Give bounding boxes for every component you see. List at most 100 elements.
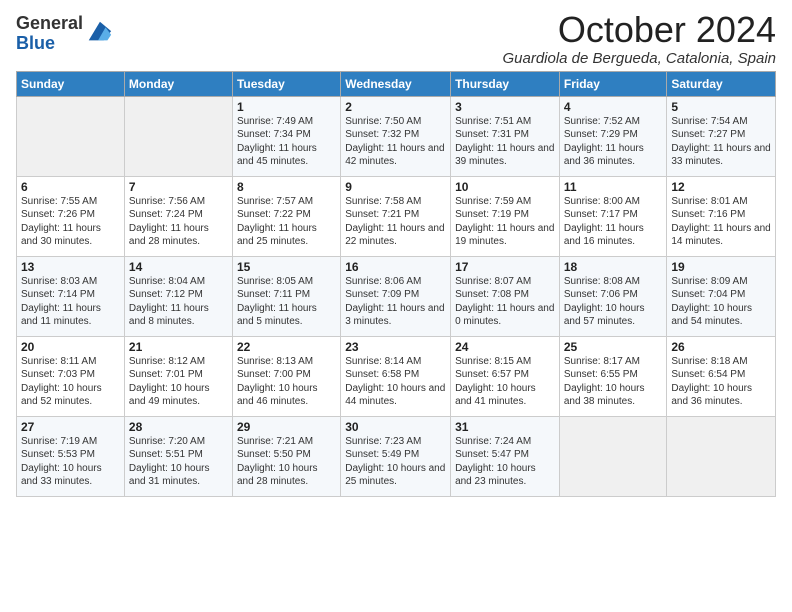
calendar-body: 1Sunrise: 7:49 AM Sunset: 7:34 PM Daylig… — [17, 96, 776, 496]
day-number: 22 — [237, 340, 336, 354]
day-info: Sunrise: 7:19 AM Sunset: 5:53 PM Dayligh… — [21, 435, 120, 489]
day-info: Sunrise: 8:14 AM Sunset: 6:58 PM Dayligh… — [345, 355, 446, 409]
day-cell: 14Sunrise: 8:04 AM Sunset: 7:12 PM Dayli… — [124, 256, 232, 336]
day-cell: 28Sunrise: 7:20 AM Sunset: 5:51 PM Dayli… — [124, 416, 232, 496]
col-saturday: Saturday — [667, 71, 776, 96]
day-cell: 8Sunrise: 7:57 AM Sunset: 7:22 PM Daylig… — [232, 176, 340, 256]
day-cell — [124, 96, 232, 176]
logo-general: General — [16, 13, 83, 33]
day-number: 26 — [671, 340, 771, 354]
day-info: Sunrise: 8:11 AM Sunset: 7:03 PM Dayligh… — [21, 355, 120, 409]
day-cell: 13Sunrise: 8:03 AM Sunset: 7:14 PM Dayli… — [17, 256, 125, 336]
location: Guardiola de Bergueda, Catalonia, Spain — [502, 50, 776, 67]
day-number: 6 — [21, 180, 120, 194]
day-cell — [667, 416, 776, 496]
day-info: Sunrise: 8:05 AM Sunset: 7:11 PM Dayligh… — [237, 275, 336, 329]
day-number: 23 — [345, 340, 446, 354]
day-info: Sunrise: 8:01 AM Sunset: 7:16 PM Dayligh… — [671, 195, 771, 249]
day-cell: 3Sunrise: 7:51 AM Sunset: 7:31 PM Daylig… — [451, 96, 560, 176]
day-cell: 23Sunrise: 8:14 AM Sunset: 6:58 PM Dayli… — [341, 336, 451, 416]
col-sunday: Sunday — [17, 71, 125, 96]
day-cell: 18Sunrise: 8:08 AM Sunset: 7:06 PM Dayli… — [559, 256, 667, 336]
day-info: Sunrise: 7:20 AM Sunset: 5:51 PM Dayligh… — [129, 435, 228, 489]
day-number: 10 — [455, 180, 555, 194]
day-cell: 4Sunrise: 7:52 AM Sunset: 7:29 PM Daylig… — [559, 96, 667, 176]
week-row-4: 20Sunrise: 8:11 AM Sunset: 7:03 PM Dayli… — [17, 336, 776, 416]
day-cell: 24Sunrise: 8:15 AM Sunset: 6:57 PM Dayli… — [451, 336, 560, 416]
day-cell: 7Sunrise: 7:56 AM Sunset: 7:24 PM Daylig… — [124, 176, 232, 256]
day-cell: 5Sunrise: 7:54 AM Sunset: 7:27 PM Daylig… — [667, 96, 776, 176]
day-info: Sunrise: 8:03 AM Sunset: 7:14 PM Dayligh… — [21, 275, 120, 329]
day-cell: 1Sunrise: 7:49 AM Sunset: 7:34 PM Daylig… — [232, 96, 340, 176]
day-cell: 25Sunrise: 8:17 AM Sunset: 6:55 PM Dayli… — [559, 336, 667, 416]
day-cell: 11Sunrise: 8:00 AM Sunset: 7:17 PM Dayli… — [559, 176, 667, 256]
day-info: Sunrise: 8:18 AM Sunset: 6:54 PM Dayligh… — [671, 355, 771, 409]
day-cell: 17Sunrise: 8:07 AM Sunset: 7:08 PM Dayli… — [451, 256, 560, 336]
day-cell: 19Sunrise: 8:09 AM Sunset: 7:04 PM Dayli… — [667, 256, 776, 336]
day-cell: 26Sunrise: 8:18 AM Sunset: 6:54 PM Dayli… — [667, 336, 776, 416]
day-number: 14 — [129, 260, 228, 274]
col-tuesday: Tuesday — [232, 71, 340, 96]
day-info: Sunrise: 7:23 AM Sunset: 5:49 PM Dayligh… — [345, 435, 446, 489]
day-info: Sunrise: 7:49 AM Sunset: 7:34 PM Dayligh… — [237, 115, 336, 169]
day-info: Sunrise: 8:13 AM Sunset: 7:00 PM Dayligh… — [237, 355, 336, 409]
day-number: 29 — [237, 420, 336, 434]
day-info: Sunrise: 8:04 AM Sunset: 7:12 PM Dayligh… — [129, 275, 228, 329]
col-monday: Monday — [124, 71, 232, 96]
logo: General Blue — [16, 14, 113, 54]
page: General Blue October 2024 Guardiola de B… — [0, 0, 792, 507]
day-number: 28 — [129, 420, 228, 434]
header-row: Sunday Monday Tuesday Wednesday Thursday… — [17, 71, 776, 96]
day-cell: 30Sunrise: 7:23 AM Sunset: 5:49 PM Dayli… — [341, 416, 451, 496]
day-number: 25 — [564, 340, 663, 354]
day-number: 5 — [671, 100, 771, 114]
week-row-3: 13Sunrise: 8:03 AM Sunset: 7:14 PM Dayli… — [17, 256, 776, 336]
day-number: 31 — [455, 420, 555, 434]
month-title: October 2024 — [502, 10, 776, 50]
logo-icon — [85, 18, 113, 46]
col-friday: Friday — [559, 71, 667, 96]
day-info: Sunrise: 8:06 AM Sunset: 7:09 PM Dayligh… — [345, 275, 446, 329]
calendar-table: Sunday Monday Tuesday Wednesday Thursday… — [16, 71, 776, 497]
day-cell: 27Sunrise: 7:19 AM Sunset: 5:53 PM Dayli… — [17, 416, 125, 496]
day-number: 8 — [237, 180, 336, 194]
day-info: Sunrise: 7:56 AM Sunset: 7:24 PM Dayligh… — [129, 195, 228, 249]
day-number: 20 — [21, 340, 120, 354]
day-number: 15 — [237, 260, 336, 274]
day-info: Sunrise: 8:09 AM Sunset: 7:04 PM Dayligh… — [671, 275, 771, 329]
day-number: 4 — [564, 100, 663, 114]
day-info: Sunrise: 7:50 AM Sunset: 7:32 PM Dayligh… — [345, 115, 446, 169]
day-number: 21 — [129, 340, 228, 354]
logo-blue: Blue — [16, 33, 55, 53]
day-cell — [17, 96, 125, 176]
day-number: 3 — [455, 100, 555, 114]
day-info: Sunrise: 7:58 AM Sunset: 7:21 PM Dayligh… — [345, 195, 446, 249]
day-info: Sunrise: 8:12 AM Sunset: 7:01 PM Dayligh… — [129, 355, 228, 409]
day-info: Sunrise: 8:00 AM Sunset: 7:17 PM Dayligh… — [564, 195, 663, 249]
day-number: 12 — [671, 180, 771, 194]
day-number: 19 — [671, 260, 771, 274]
day-info: Sunrise: 8:15 AM Sunset: 6:57 PM Dayligh… — [455, 355, 555, 409]
day-cell: 29Sunrise: 7:21 AM Sunset: 5:50 PM Dayli… — [232, 416, 340, 496]
day-number: 27 — [21, 420, 120, 434]
day-number: 11 — [564, 180, 663, 194]
day-info: Sunrise: 7:24 AM Sunset: 5:47 PM Dayligh… — [455, 435, 555, 489]
day-number: 18 — [564, 260, 663, 274]
week-row-5: 27Sunrise: 7:19 AM Sunset: 5:53 PM Dayli… — [17, 416, 776, 496]
day-cell: 31Sunrise: 7:24 AM Sunset: 5:47 PM Dayli… — [451, 416, 560, 496]
day-info: Sunrise: 8:07 AM Sunset: 7:08 PM Dayligh… — [455, 275, 555, 329]
week-row-1: 1Sunrise: 7:49 AM Sunset: 7:34 PM Daylig… — [17, 96, 776, 176]
day-number: 16 — [345, 260, 446, 274]
day-cell: 21Sunrise: 8:12 AM Sunset: 7:01 PM Dayli… — [124, 336, 232, 416]
day-cell: 6Sunrise: 7:55 AM Sunset: 7:26 PM Daylig… — [17, 176, 125, 256]
day-cell: 20Sunrise: 8:11 AM Sunset: 7:03 PM Dayli… — [17, 336, 125, 416]
day-cell: 10Sunrise: 7:59 AM Sunset: 7:19 PM Dayli… — [451, 176, 560, 256]
calendar-header: Sunday Monday Tuesday Wednesday Thursday… — [17, 71, 776, 96]
day-number: 2 — [345, 100, 446, 114]
col-thursday: Thursday — [451, 71, 560, 96]
day-number: 30 — [345, 420, 446, 434]
day-info: Sunrise: 8:17 AM Sunset: 6:55 PM Dayligh… — [564, 355, 663, 409]
day-number: 7 — [129, 180, 228, 194]
day-cell — [559, 416, 667, 496]
day-info: Sunrise: 7:51 AM Sunset: 7:31 PM Dayligh… — [455, 115, 555, 169]
